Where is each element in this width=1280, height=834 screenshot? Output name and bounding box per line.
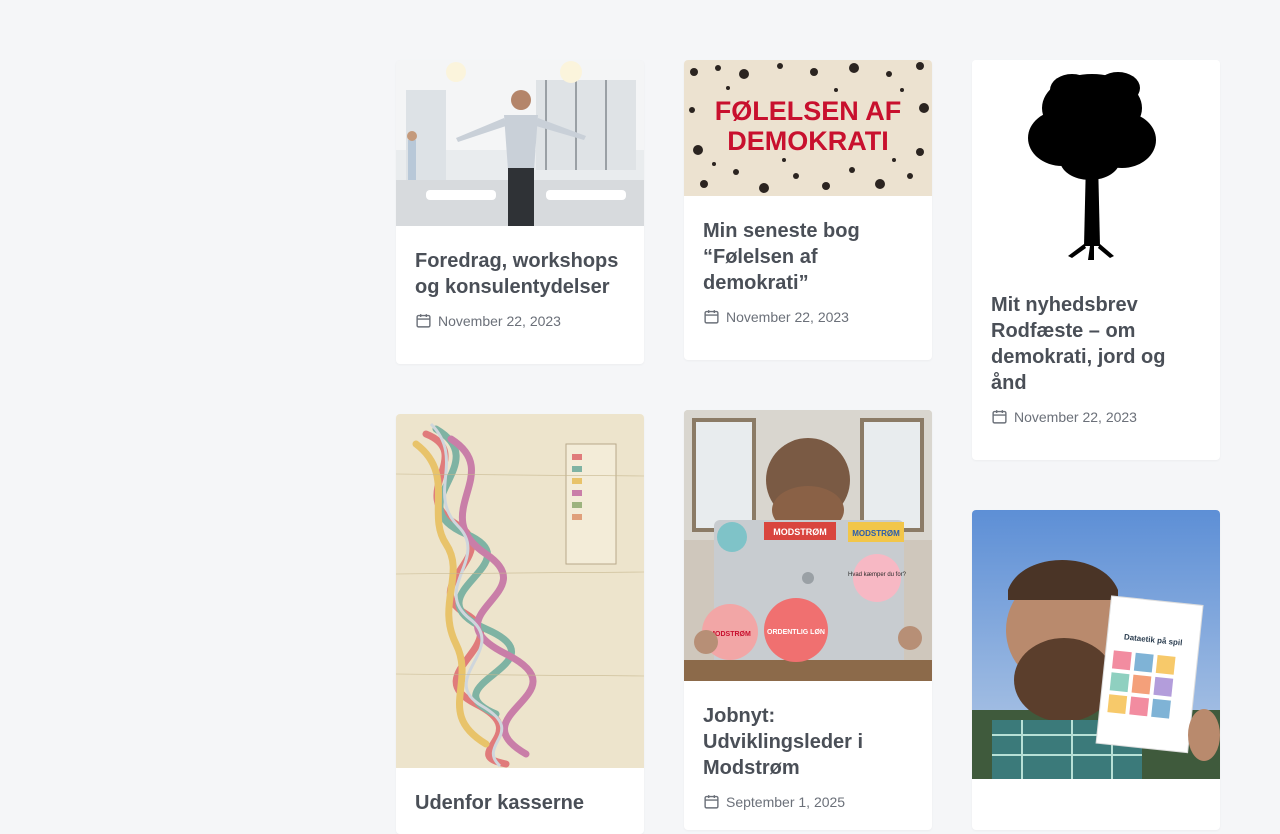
post-title[interactable]: Foredrag, workshops og konsulentydelser <box>415 248 625 300</box>
sticker-modstrom-2: MODSTRØM <box>852 529 900 538</box>
sticker-question: Hvad kæmper du for? <box>848 572 907 578</box>
book-cover-line1: FØLELSEN AF <box>715 96 902 126</box>
post-image-speaker[interactable] <box>396 60 644 226</box>
laptop-stickers-photo-icon: MODSTRØM MODSTRØM Hvad kæmper du for? MO… <box>684 410 932 681</box>
tree-silhouette-icon <box>972 60 1220 266</box>
speaker-photo-icon <box>396 60 644 226</box>
book-selfie-photo-icon: Dataetik på spil <box>972 510 1220 779</box>
post-title[interactable]: Min seneste bog “Følelsen af demokrati” <box>703 218 913 296</box>
post-image-laptop-stickers[interactable]: MODSTRØM MODSTRØM Hvad kæmper du for? MO… <box>684 410 932 681</box>
calendar-icon <box>416 314 431 328</box>
post-image-river-map[interactable] <box>396 414 644 768</box>
post-date[interactable]: November 22, 2023 <box>726 309 849 325</box>
river-map-icon <box>396 414 644 768</box>
post-meta: November 22, 2023 <box>991 408 1201 425</box>
post-image-tree[interactable] <box>972 60 1220 266</box>
post-image-book-selfie[interactable]: Dataetik på spil <box>972 510 1220 779</box>
post-card: MODSTRØM MODSTRØM Hvad kæmper du for? MO… <box>684 410 932 830</box>
post-date[interactable]: November 22, 2023 <box>1014 409 1137 425</box>
post-card: Mit nyhedsbrev Rodfæste – om demokrati, … <box>972 60 1220 460</box>
post-title[interactable]: Udenfor kasserne <box>415 790 625 816</box>
calendar-icon <box>704 795 719 809</box>
calendar-icon <box>704 310 719 324</box>
post-grid: Foredrag, workshops og konsulentydelser … <box>0 0 1280 834</box>
post-image-book-cover[interactable]: FØLELSEN AF DEMOKRATI <box>684 60 932 196</box>
post-date[interactable]: September 1, 2025 <box>726 794 845 810</box>
sticker-modstrom-1: MODSTRØM <box>773 527 827 537</box>
post-meta: November 22, 2023 <box>415 312 625 329</box>
calendar-icon <box>992 410 1007 424</box>
sticker-ordentlig-lon: ORDENTLIG LØN <box>767 629 825 636</box>
post-title[interactable]: Mit nyhedsbrev Rodfæste – om demokrati, … <box>991 292 1201 396</box>
book-cover-line2: DEMOKRATI <box>727 126 889 156</box>
post-card: Foredrag, workshops og konsulentydelser … <box>396 60 644 364</box>
post-card: Dataetik på spil <box>972 510 1220 830</box>
post-card: Udenfor kasserne <box>396 414 644 834</box>
post-title[interactable]: Jobnyt: Udviklingsleder i Modstrøm <box>703 703 913 781</box>
book-cover-icon: FØLELSEN AF DEMOKRATI <box>684 60 932 196</box>
post-meta: September 1, 2025 <box>703 793 913 810</box>
post-date[interactable]: November 22, 2023 <box>438 313 561 329</box>
post-meta: November 22, 2023 <box>703 308 913 325</box>
post-card: FØLELSEN AF DEMOKRATI Min seneste bog “F… <box>684 60 932 360</box>
